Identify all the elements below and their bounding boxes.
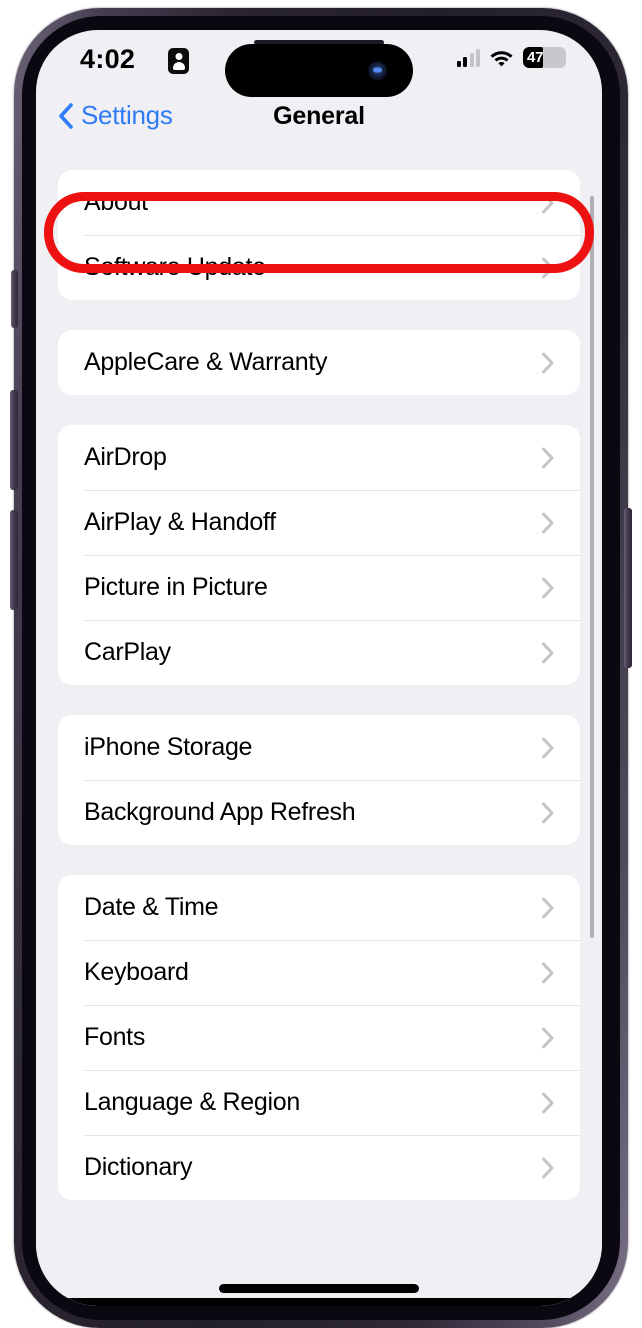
settings-row-label: CarPlay: [84, 638, 171, 666]
settings-row[interactable]: Fonts: [58, 1005, 580, 1070]
settings-group: AppleCare & Warranty: [58, 330, 580, 395]
page-title: General: [273, 102, 365, 130]
settings-row[interactable]: Language & Region: [58, 1070, 580, 1135]
home-indicator[interactable]: [219, 1284, 419, 1293]
settings-row[interactable]: Picture in Picture: [58, 555, 580, 620]
settings-row[interactable]: AppleCare & Warranty: [58, 330, 580, 395]
chevron-right-icon: [542, 447, 554, 468]
settings-row[interactable]: Dictionary: [58, 1135, 580, 1200]
chevron-right-icon: [542, 1157, 554, 1178]
settings-group: iPhone Storage Background App Refresh: [58, 715, 580, 845]
settings-row[interactable]: Software Update: [58, 235, 580, 300]
settings-row-label: Picture in Picture: [84, 573, 268, 601]
chevron-right-icon: [542, 802, 554, 823]
cellular-signal-icon: [456, 48, 480, 67]
chevron-right-icon: [542, 257, 554, 278]
settings-row[interactable]: Keyboard: [58, 940, 580, 1005]
chevron-right-icon: [542, 962, 554, 983]
settings-row-label: About: [84, 188, 148, 216]
chevron-right-icon: [542, 577, 554, 598]
screen-bottom-edge: [36, 1298, 602, 1306]
wifi-icon: [489, 48, 514, 67]
settings-row-label: Date & Time: [84, 893, 219, 921]
settings-row-label: AirPlay & Handoff: [84, 508, 276, 536]
chevron-right-icon: [542, 897, 554, 918]
settings-row-label: Dictionary: [84, 1153, 193, 1181]
settings-row-label: AirDrop: [84, 443, 167, 471]
chevron-right-icon: [542, 737, 554, 758]
settings-row[interactable]: Background App Refresh: [58, 780, 580, 845]
chevron-right-icon: [542, 1027, 554, 1048]
settings-row-label: Language & Region: [84, 1088, 300, 1116]
battery-icon: 47: [523, 47, 566, 68]
settings-row[interactable]: iPhone Storage: [58, 715, 580, 780]
status-indicators: 47: [456, 47, 566, 68]
front-camera-icon: [368, 61, 387, 80]
settings-row-label: iPhone Storage: [84, 733, 253, 761]
chevron-right-icon: [542, 642, 554, 663]
settings-row[interactable]: Date & Time: [58, 875, 580, 940]
chevron-right-icon: [542, 192, 554, 213]
settings-row-label: AppleCare & Warranty: [84, 348, 328, 376]
settings-group: About Software Update: [58, 170, 580, 300]
dynamic-island[interactable]: [225, 44, 413, 97]
status-time: 4:02: [80, 44, 136, 74]
settings-row[interactable]: AirPlay & Handoff: [58, 490, 580, 555]
iphone-device-frame: 4:02 47 Settings General About Software …: [10, 8, 632, 1328]
action-button[interactable]: [11, 270, 18, 328]
phone-screen: 4:02 47 Settings General About Software …: [36, 30, 602, 1306]
navigation-bar: Settings General: [36, 92, 602, 148]
settings-row-label: Background App Refresh: [84, 798, 356, 826]
chevron-right-icon: [542, 1092, 554, 1113]
battery-percent-text: 47: [527, 49, 544, 66]
settings-group: AirDrop AirPlay & Handoff Picture in Pictu…: [58, 425, 580, 685]
settings-row-label: Fonts: [84, 1023, 146, 1051]
settings-group: Date & Time Keyboard Fonts Language & Regio…: [58, 875, 580, 1200]
contact-focus-icon: [168, 48, 189, 74]
volume-down-button[interactable]: [10, 510, 18, 610]
settings-row-label: Software Update: [84, 253, 266, 281]
settings-row-label: Keyboard: [84, 958, 189, 986]
power-button[interactable]: [624, 508, 632, 668]
settings-list[interactable]: About Software Update AppleCare & Warranty…: [36, 148, 602, 1306]
settings-row[interactable]: About: [58, 170, 580, 235]
chevron-right-icon: [542, 352, 554, 373]
status-bar: 4:02 47: [36, 30, 602, 97]
volume-up-button[interactable]: [10, 390, 18, 490]
settings-row[interactable]: CarPlay: [58, 620, 580, 685]
settings-row[interactable]: AirDrop: [58, 425, 580, 490]
scrollbar[interactable]: [590, 196, 594, 938]
chevron-right-icon: [542, 512, 554, 533]
settings-groups: About Software Update AppleCare & Warranty…: [36, 170, 602, 1200]
